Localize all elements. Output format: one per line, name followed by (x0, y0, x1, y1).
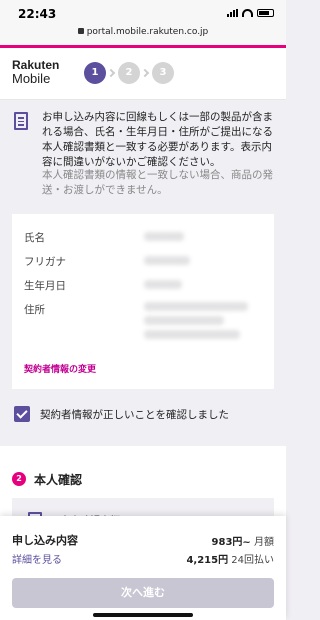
logo-line2: Mobile (12, 71, 51, 86)
step-3: 3 (152, 62, 174, 84)
app-header: Rakuten Mobile 1 2 3 (0, 48, 286, 100)
document-icon (14, 112, 28, 130)
url-text: portal.mobile.rakuten.co.jp (86, 27, 209, 37)
step-indicator: 1 2 3 (84, 62, 174, 84)
monthly-price: 983円~ 月額 (212, 533, 274, 548)
notice-text: お申し込み内容に回線もしくは一部の製品が含まれる場合、氏名・生年月日・住所がご提… (42, 111, 273, 168)
field-address-value-3 (144, 330, 240, 339)
step-2: 2 (118, 62, 140, 84)
change-contract-info-link[interactable]: 契約者情報の変更 (24, 362, 96, 375)
field-birthdate-value (144, 280, 182, 289)
confirm-checkbox[interactable] (14, 406, 30, 422)
installment-unit: 24回払い (231, 555, 274, 566)
status-icons (227, 9, 274, 17)
notice-subtext: 本人確認書類の情報と一致しない場合、商品の発送・お渡しができません。 (42, 169, 273, 196)
section-number: 2 (12, 472, 26, 486)
order-summary-bar: 申し込み内容 詳細を見る 983円~ 月額 4,215円 24回払い 次へ進む (0, 516, 286, 620)
installment-amount: 4,215円 (186, 555, 229, 566)
field-name-value (144, 232, 184, 241)
wifi-icon (242, 9, 253, 17)
next-button[interactable]: 次へ進む (12, 578, 274, 608)
home-indicator (93, 613, 193, 617)
section-title: 本人確認 (34, 473, 83, 487)
installment-price: 4,215円 24回払い (186, 551, 274, 566)
contract-info-card: 氏名 フリガナ 生年月日 住所 契約者情報の変更 (12, 214, 274, 389)
logo-line1: Rakuten (12, 58, 60, 72)
field-address-value-2 (144, 316, 224, 325)
field-address-value (144, 302, 248, 311)
chevron-right-icon (106, 68, 116, 78)
confirm-label[interactable]: 契約者情報が正しいことを確認しました (40, 407, 229, 422)
monthly-amount: 983円~ (211, 537, 251, 548)
status-time: 22:43 (18, 7, 57, 21)
field-name-label: 氏名 (24, 232, 45, 244)
monthly-unit: 月額 (254, 537, 274, 548)
summary-title: 申し込み内容 (12, 534, 78, 547)
lock-icon (77, 28, 84, 34)
status-bar: 22:43 (0, 0, 286, 26)
field-kana-value (144, 256, 190, 265)
field-birthdate-label: 生年月日 (24, 280, 66, 292)
rakuten-mobile-logo[interactable]: Rakuten Mobile (12, 58, 59, 86)
details-link[interactable]: 詳細を見る (12, 551, 62, 566)
field-address-label: 住所 (24, 304, 45, 316)
field-kana-label: フリガナ (24, 256, 66, 268)
url-bar[interactable]: portal.mobile.rakuten.co.jp (0, 26, 286, 45)
step-1: 1 (84, 62, 106, 84)
chevron-right-icon (140, 68, 150, 78)
signal-icon (227, 9, 238, 17)
battery-icon (257, 9, 274, 17)
